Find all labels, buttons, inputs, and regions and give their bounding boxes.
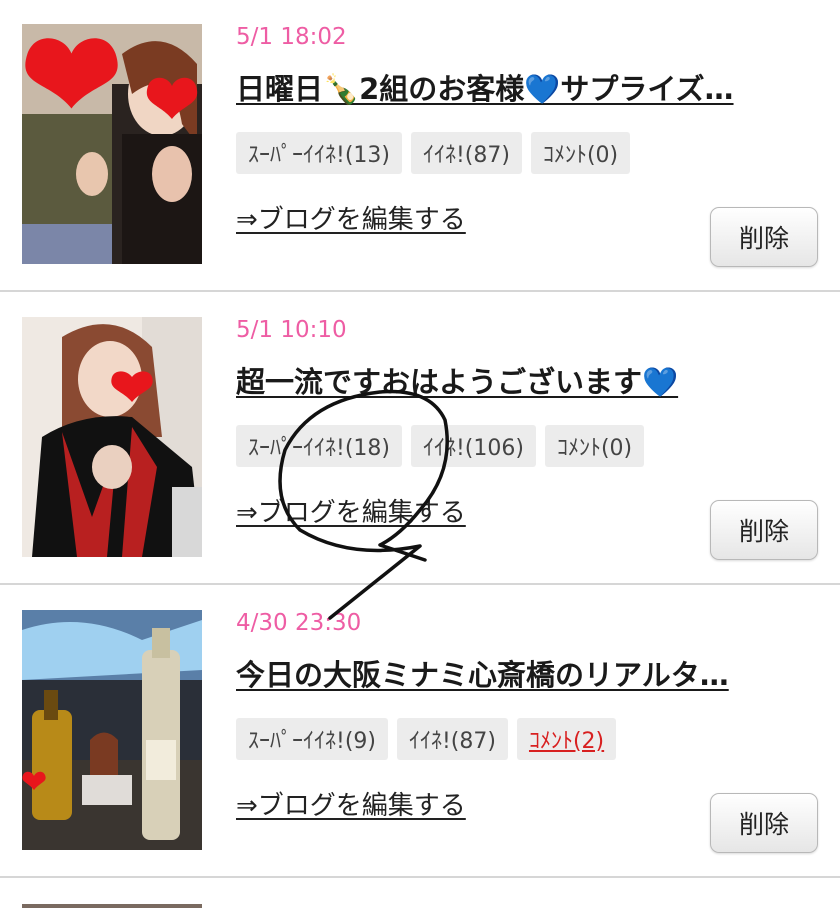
post-thumbnail (22, 904, 202, 908)
comment-count: ｺﾒﾝﾄ(0) (544, 425, 645, 467)
post-date: 5/1 18:02 (236, 24, 347, 50)
photo-champagne-image (22, 610, 202, 850)
delete-button[interactable]: 削除 (710, 500, 818, 560)
reaction-tags: ｽｰﾊﾟｰｲｲﾈ!(9) ｲｲﾈ!(87) ｺﾒﾝﾄ(2) (236, 718, 617, 760)
edit-blog-link[interactable]: ⇒ブログを編集する (236, 785, 466, 822)
like-count: ｲｲﾈ!(106) (410, 425, 536, 467)
post-thumbnail[interactable] (22, 610, 202, 850)
post-thumbnail[interactable] (22, 317, 202, 557)
post-title-link[interactable]: 日曜日🍾2組のお客様💙サプライズ… (236, 66, 820, 108)
edit-blog-link[interactable]: ⇒ブログを編集する (236, 199, 466, 236)
blog-post-row-partial (0, 880, 840, 908)
photo-couple-image (22, 24, 202, 264)
blog-post-row: 5/1 18:02 日曜日🍾2組のお客様💙サプライズ… ｽｰﾊﾟｰｲｲﾈ!(13… (0, 0, 840, 292)
post-thumbnail[interactable] (22, 24, 202, 264)
post-date: 5/1 10:10 (236, 317, 347, 343)
blog-post-row: 5/1 10:10 超一流ですおはようございます💙 ｽｰﾊﾟｰｲｲﾈ!(18) … (0, 293, 840, 585)
post-date: 4/30 23:30 (236, 610, 362, 636)
super-like-count: ｽｰﾊﾟｰｲｲﾈ!(9) (236, 718, 388, 760)
delete-button[interactable]: 削除 (710, 207, 818, 267)
like-count: ｲｲﾈ!(87) (396, 718, 508, 760)
post-title-link[interactable]: 今日の大阪ミナミ心斎橋のリアルタ… (236, 652, 820, 694)
post-title-link[interactable]: 超一流ですおはようございます💙 (236, 359, 820, 401)
delete-button[interactable]: 削除 (710, 793, 818, 853)
like-count: ｲｲﾈ!(87) (410, 132, 522, 174)
edit-blog-link[interactable]: ⇒ブログを編集する (236, 492, 466, 529)
comment-count-link[interactable]: ｺﾒﾝﾄ(2) (516, 718, 617, 760)
reaction-tags: ｽｰﾊﾟｰｲｲﾈ!(13) ｲｲﾈ!(87) ｺﾒﾝﾄ(0) (236, 132, 631, 174)
super-like-count: ｽｰﾊﾟｰｲｲﾈ!(18) (236, 425, 402, 467)
super-like-count: ｽｰﾊﾟｰｲｲﾈ!(13) (236, 132, 402, 174)
comment-count: ｺﾒﾝﾄ(0) (530, 132, 631, 174)
blog-post-row: 4/30 23:30 今日の大阪ミナミ心斎橋のリアルタ… ｽｰﾊﾟｰｲｲﾈ!(9… (0, 586, 840, 878)
photo-portrait-image (22, 317, 202, 557)
reaction-tags: ｽｰﾊﾟｰｲｲﾈ!(18) ｲｲﾈ!(106) ｺﾒﾝﾄ(0) (236, 425, 645, 467)
